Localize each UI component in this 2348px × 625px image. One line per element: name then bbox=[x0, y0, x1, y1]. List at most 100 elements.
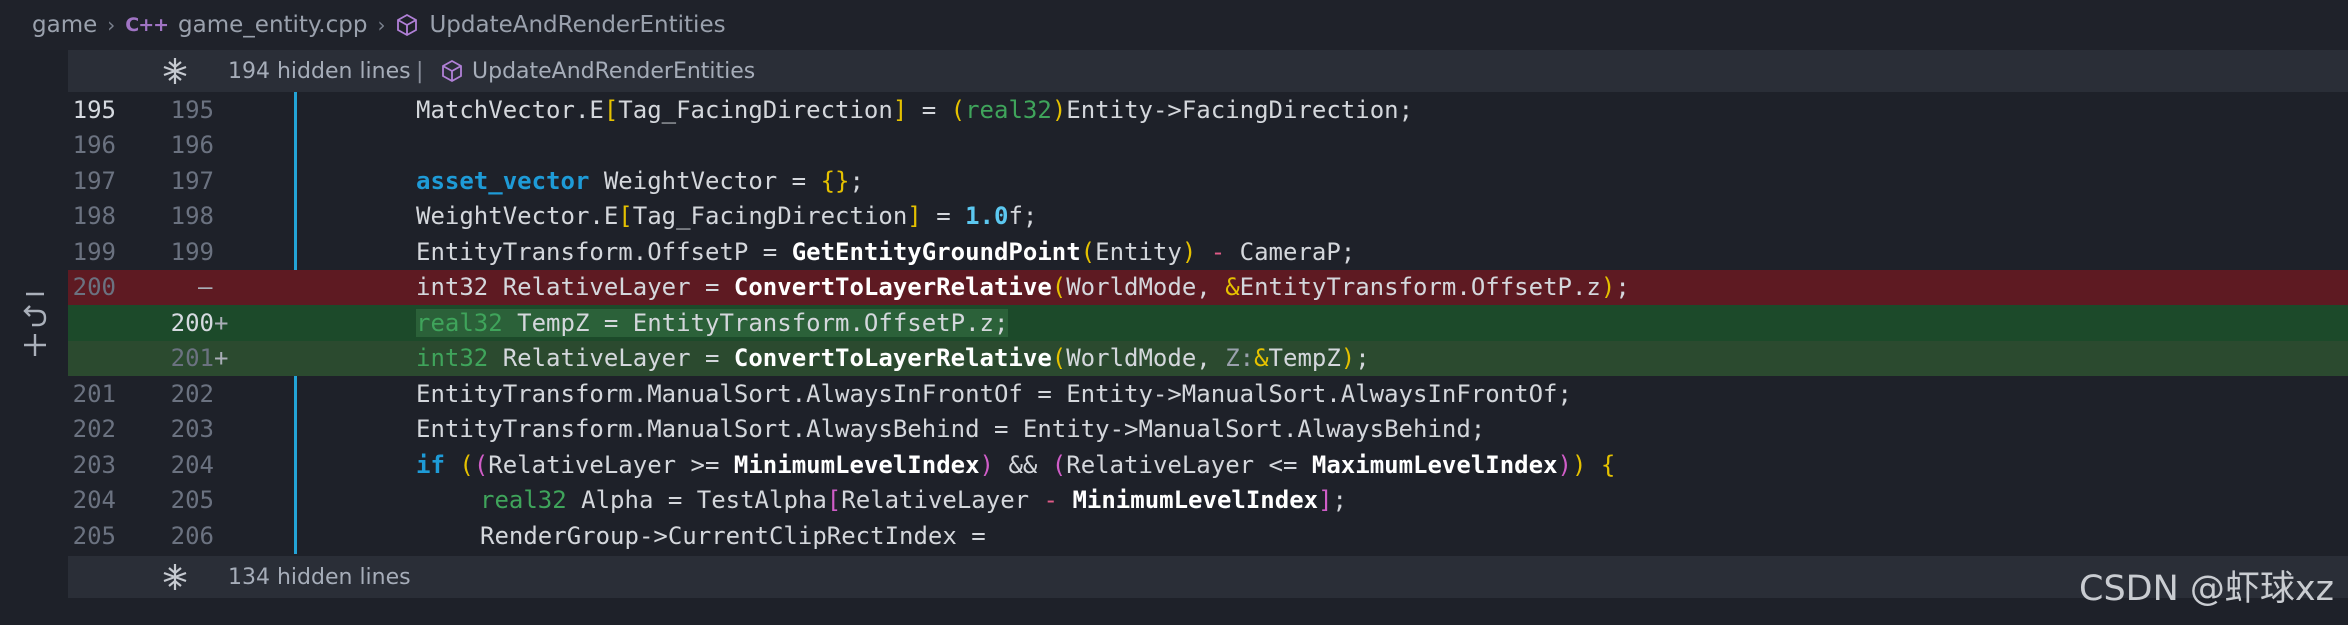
hidden-lines-fold-bottom[interactable]: 134 hidden lines bbox=[68, 556, 2348, 598]
watermark: CSDN @虾球xz bbox=[2079, 569, 2334, 609]
hidden-lines-count: 194 hidden lines bbox=[228, 58, 411, 84]
token: RelativeLayer = bbox=[488, 344, 734, 373]
chevron-right-icon: › bbox=[107, 13, 116, 37]
token-bracket: ) bbox=[1600, 273, 1616, 302]
token-bracket: ) bbox=[1051, 95, 1067, 124]
token: f; bbox=[1008, 202, 1038, 231]
token-bracket: ] bbox=[892, 95, 908, 124]
token-keyword: asset_vector bbox=[416, 166, 590, 195]
token-bracket: ( bbox=[1051, 450, 1067, 479]
token-bracket: ] bbox=[1318, 486, 1333, 515]
new-line-number: 197 bbox=[170, 166, 214, 195]
new-line-number: 206 bbox=[170, 521, 214, 550]
breadcrumb-file[interactable]: game_entity.cpp bbox=[178, 12, 367, 38]
code-line[interactable]: 204 205 real32 Alpha = TestAlpha[Relativ… bbox=[68, 482, 2348, 518]
revert-change-icon[interactable] bbox=[18, 290, 52, 360]
token-bracket: {} bbox=[820, 166, 850, 195]
code-text: EntityTransform.ManualSort.AlwaysInFront… bbox=[416, 379, 1572, 408]
new-line-number: 203 bbox=[170, 415, 214, 444]
token: WorldMode, bbox=[1066, 344, 1226, 373]
token: WeightVector = bbox=[589, 166, 821, 195]
token: RelativeLayer bbox=[841, 486, 1030, 515]
token-function: ConvertToLayerRelative bbox=[733, 273, 1052, 302]
new-line-number: 199 bbox=[170, 237, 214, 266]
added-code-line[interactable]: 201 + int32 RelativeLayer = ConvertToLay… bbox=[68, 340, 2348, 376]
code-text: RenderGroup->CurrentClipRectIndex = bbox=[480, 521, 986, 550]
token-bracket: ) bbox=[1340, 344, 1356, 373]
token-keyword: if bbox=[416, 450, 445, 479]
unfold-icon[interactable] bbox=[158, 560, 192, 594]
new-line-number: 204 bbox=[170, 450, 214, 479]
hidden-lines-count: 134 hidden lines bbox=[228, 564, 411, 590]
change-gutter-bar bbox=[294, 198, 297, 234]
token-bracket: ) bbox=[979, 450, 994, 479]
old-line-number: 203 bbox=[72, 450, 116, 479]
code-text: MatchVector.E[Tag_FacingDirection] = (re… bbox=[416, 96, 1413, 124]
new-line-number: 198 bbox=[170, 202, 214, 231]
change-gutter-bar bbox=[294, 163, 297, 199]
token-bracket: ] bbox=[907, 202, 922, 231]
old-line-number: 200 bbox=[72, 273, 116, 302]
code-line[interactable]: 201 202 EntityTransform.ManualSort.Alway… bbox=[68, 376, 2348, 412]
token-bracket: { bbox=[1600, 450, 1616, 479]
code-line[interactable]: 196 196 bbox=[68, 127, 2348, 163]
unfold-icon[interactable] bbox=[158, 54, 192, 88]
token: TempZ bbox=[1268, 344, 1341, 373]
token-type: int32 bbox=[416, 344, 489, 373]
token-operator: & bbox=[1225, 273, 1240, 302]
chevron-right-icon: › bbox=[377, 13, 386, 37]
added-code-line[interactable]: 200 + real32 TempZ = EntityTransform.Off… bbox=[68, 305, 2348, 341]
new-line-number: 201 bbox=[170, 344, 214, 373]
code-line[interactable]: 205 206 RenderGroup->CurrentClipRectInde… bbox=[68, 518, 2348, 554]
token: TempZ = EntityTransform.OffsetP.z; bbox=[502, 308, 1009, 337]
token: RelativeLayer = bbox=[488, 273, 734, 302]
hidden-lines-fold-top[interactable]: 194 hidden lines | UpdateAndRenderEntiti… bbox=[68, 50, 2348, 92]
cpp-file-icon: C++ bbox=[125, 14, 169, 36]
token: EntityTransform.OffsetP.z bbox=[1239, 273, 1601, 302]
token: >= bbox=[676, 450, 734, 479]
breadcrumb-folder[interactable]: game bbox=[32, 12, 97, 38]
token-type: real32 bbox=[480, 486, 567, 515]
token: WeightVector.E bbox=[416, 202, 619, 231]
code-line[interactable]: 203 204 if ((RelativeLayer >= MinimumLev… bbox=[68, 447, 2348, 483]
code-line[interactable]: 198 198 WeightVector.E[Tag_FacingDirecti… bbox=[68, 198, 2348, 234]
token-function: ConvertToLayerRelative bbox=[733, 344, 1052, 373]
token-type: real32 bbox=[416, 308, 503, 337]
new-line-number: 200 bbox=[170, 308, 214, 337]
code-line[interactable]: 202 203 EntityTransform.ManualSort.Alway… bbox=[68, 411, 2348, 447]
change-gutter-bar bbox=[294, 447, 297, 483]
token: Entity bbox=[1095, 237, 1182, 266]
code-line[interactable]: 199 199 EntityTransform.OffsetP = GetEnt… bbox=[68, 234, 2348, 270]
change-gutter-bar bbox=[294, 482, 297, 518]
token: ; bbox=[849, 166, 864, 195]
code-text: if ((RelativeLayer >= MinimumLevelIndex)… bbox=[416, 451, 1615, 479]
token-bracket: ) bbox=[1557, 450, 1572, 479]
token: EntityTransform.OffsetP = bbox=[416, 237, 792, 266]
token: ; bbox=[1355, 344, 1370, 373]
token-constant: MinimumLevelIndex bbox=[1072, 486, 1319, 515]
token: ; bbox=[1332, 486, 1347, 515]
code-text: EntityTransform.OffsetP = GetEntityGroun… bbox=[416, 238, 1355, 266]
breadcrumb-symbol[interactable]: UpdateAndRenderEntities bbox=[429, 12, 725, 38]
token-operator: - bbox=[1196, 237, 1240, 266]
code-line[interactable]: 195 195 MatchVector.E[Tag_FacingDirectio… bbox=[68, 92, 2348, 128]
code-line[interactable]: 197 197 asset_vector WeightVector = {}; bbox=[68, 163, 2348, 199]
change-gutter-bar bbox=[294, 376, 297, 412]
added-marker: + bbox=[214, 344, 229, 373]
cube-symbol-icon bbox=[397, 13, 418, 37]
token-operator: & bbox=[1254, 344, 1269, 373]
token-type: int32 bbox=[416, 273, 489, 302]
token: Alpha = TestAlpha bbox=[566, 486, 827, 515]
old-line-number: 198 bbox=[72, 202, 116, 231]
deleted-code-line[interactable]: 200 — int32 RelativeLayer = ConvertToLay… bbox=[68, 269, 2348, 305]
new-line-number: 196 bbox=[170, 131, 214, 160]
code-text: int32 RelativeLayer = ConvertToLayerRela… bbox=[416, 273, 1630, 301]
token-function: GetEntityGroundPoint bbox=[791, 237, 1081, 266]
token: = bbox=[921, 202, 966, 231]
token: RelativeLayer bbox=[488, 450, 677, 479]
old-line-number: 204 bbox=[72, 486, 116, 515]
token-bracket: ( bbox=[1080, 237, 1096, 266]
token-constant: MaximumLevelIndex bbox=[1311, 450, 1558, 479]
